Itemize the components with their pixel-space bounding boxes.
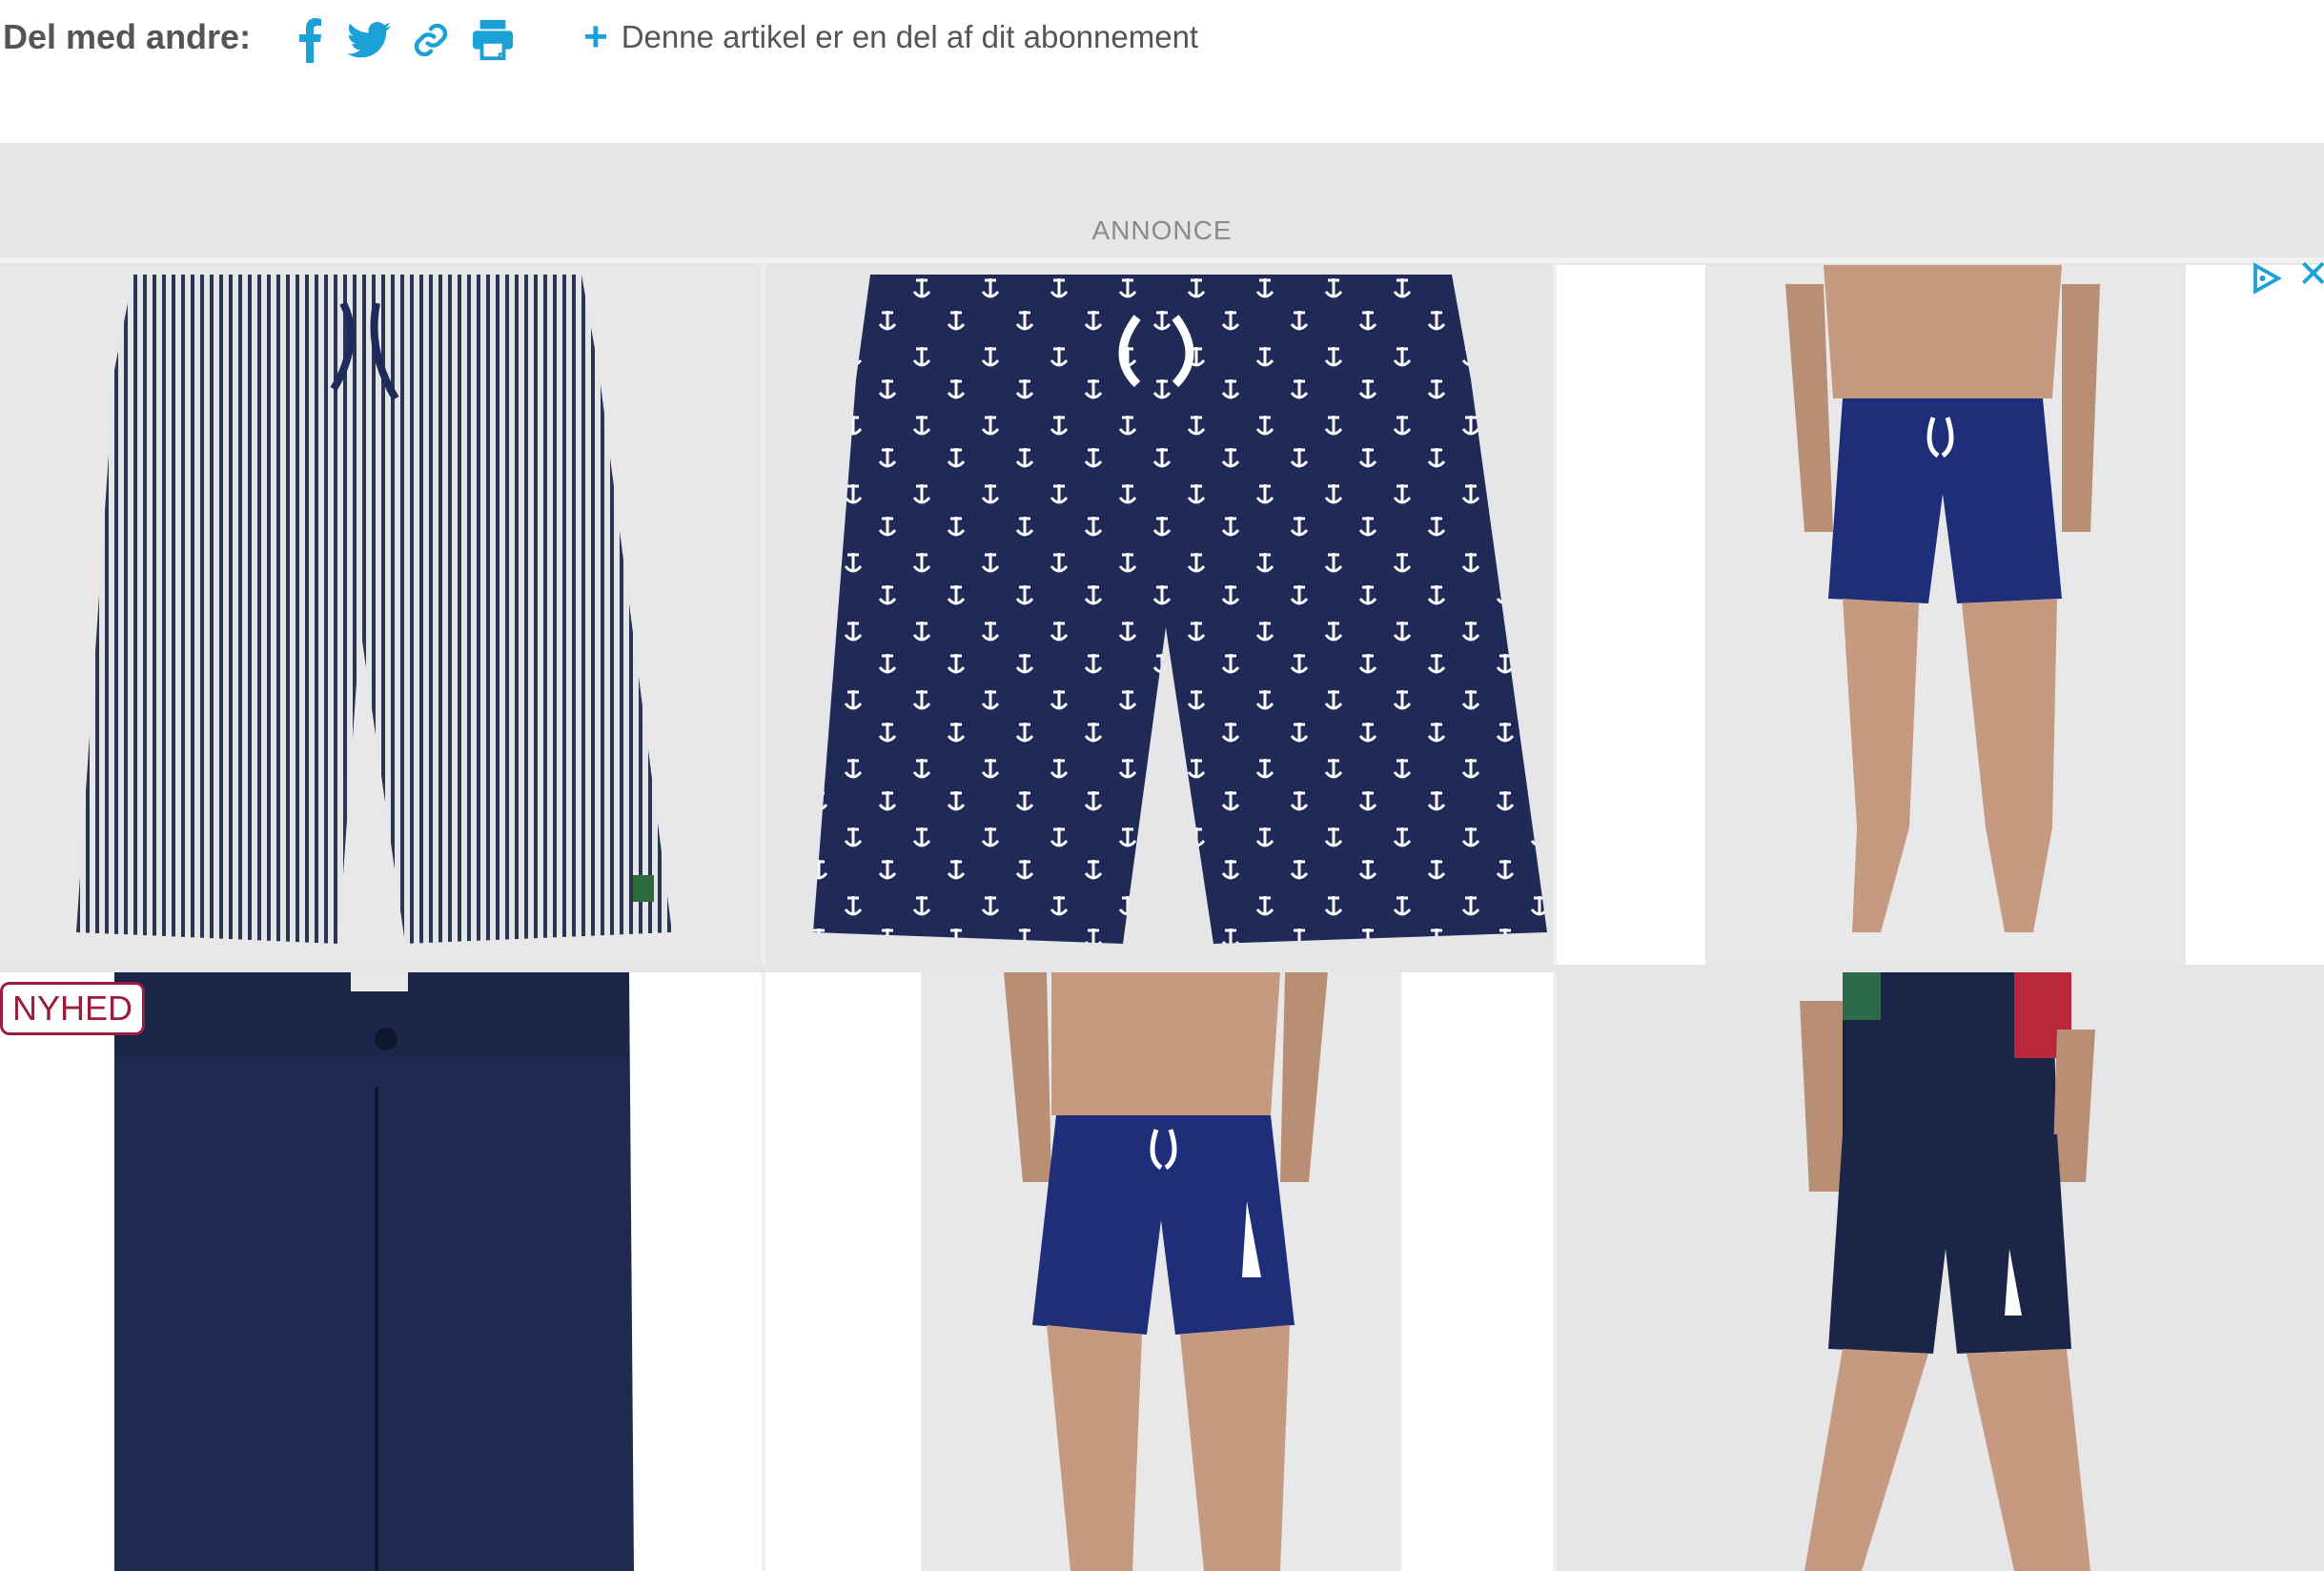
twitter-icon[interactable] <box>347 17 391 63</box>
product-tile-navy-swim-shorts-sailboat[interactable] <box>765 972 1557 1571</box>
product-tile-navy-chino-shorts[interactable]: NYHED <box>0 972 765 1571</box>
striped-shorts-image <box>76 275 672 944</box>
ad-divider <box>0 257 2324 263</box>
ad-close-icon[interactable]: ✕ <box>2297 255 2324 294</box>
share-label: Del med andre: <box>3 17 252 56</box>
product-tile-navy-sweat-shorts[interactable] <box>1557 972 2324 1571</box>
navy-swim-shorts-sailboat-image <box>1004 972 1328 1571</box>
print-icon[interactable] <box>471 17 515 63</box>
product-tile-anchor-print-swim-shorts[interactable] <box>765 265 1557 965</box>
share-bar: Del med andre: + Denne artikel er en del… <box>0 0 2324 143</box>
navy-sweat-shorts-model-image <box>1800 972 2095 1571</box>
facebook-icon[interactable] <box>297 17 322 63</box>
subscription-note-text: Denne artikel er en del af dit abonnemen… <box>621 19 1199 54</box>
product-tile-navy-swim-shorts[interactable] <box>1557 265 2324 965</box>
anchor-print-shorts-image <box>813 275 1547 944</box>
ad-label: ANNONCE <box>1091 215 1233 245</box>
advertisement: ANNONCE ✕ NYHED <box>0 143 2324 1571</box>
plus-icon: + <box>583 13 608 60</box>
product-tile-striped-shorts[interactable] <box>0 265 765 965</box>
navy-chino-shorts-image <box>114 972 634 1571</box>
ad-choices-icon[interactable] <box>2250 261 2284 296</box>
subscription-note: + Denne artikel er en del af dit abonnem… <box>583 13 1199 60</box>
navy-swim-shorts-model-image <box>1785 265 2100 932</box>
new-badge: NYHED <box>0 982 146 1035</box>
link-icon[interactable] <box>412 17 450 63</box>
